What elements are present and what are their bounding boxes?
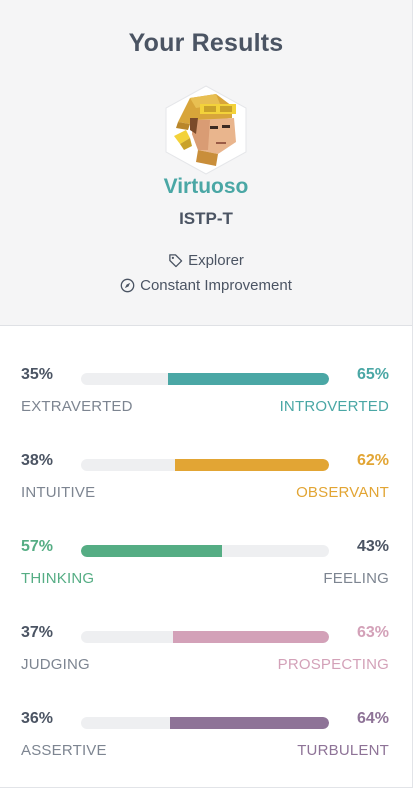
page-title: Your Results: [128, 29, 284, 57]
role-row[interactable]: Explorer: [0, 252, 412, 269]
trait-bar-fill: [172, 631, 329, 643]
trait-nature[interactable]: 57% 43% THINKING FEELING: [0, 538, 413, 608]
trait-left-percent: 35%: [21, 366, 54, 383]
trait-bar-fill: [81, 545, 223, 557]
strategy-row[interactable]: Constant Improvement: [0, 277, 412, 294]
trait-left-percent: 36%: [21, 710, 54, 727]
trait-right-percent: 63%: [356, 624, 389, 641]
trait-energy[interactable]: 35% 65% EXTRAVERTED INTROVERTED: [0, 366, 413, 436]
trait-left-percent: 38%: [21, 452, 54, 469]
trait-tactics[interactable]: 37% 63% JUDGING PROSPECTING: [0, 624, 413, 694]
trait-right-label: PROSPECTING: [277, 656, 389, 673]
trait-left-percent: 57%: [21, 538, 54, 555]
trait-bar-fill: [175, 459, 329, 471]
trait-right-percent: 62%: [356, 452, 389, 469]
virtuoso-avatar[interactable]: [160, 84, 252, 176]
trait-bar-fill: [170, 717, 329, 729]
trait-bar: [81, 373, 329, 385]
trait-right-percent: 65%: [356, 366, 389, 383]
trait-mind[interactable]: 38% 62% INTUITIVE OBSERVANT: [0, 452, 413, 522]
type-code: ISTP-T: [179, 209, 233, 228]
trait-left-percent: 37%: [21, 624, 54, 641]
trait-left-label: INTUITIVE: [21, 484, 96, 501]
trait-right-percent: 64%: [356, 710, 389, 727]
compass-icon: [120, 278, 135, 293]
trait-bar: [81, 545, 329, 557]
trait-bar: [81, 717, 329, 729]
trait-bar-fill: [167, 373, 329, 385]
trait-bar: [81, 631, 329, 643]
trait-left-label: THINKING: [21, 570, 95, 587]
trait-right-label: INTROVERTED: [279, 398, 389, 415]
trait-left-label: JUDGING: [21, 656, 90, 673]
type-name[interactable]: Virtuoso: [0, 175, 412, 199]
role-label: Explorer: [188, 252, 244, 269]
results-header: Your Results Virtuoso ISTP-T Explorer Co…: [0, 0, 412, 326]
trait-right-percent: 43%: [356, 538, 389, 555]
trait-right-label: TURBULENT: [297, 742, 389, 759]
trait-right-label: FEELING: [323, 570, 389, 587]
tag-icon: [168, 253, 183, 268]
trait-right-label: OBSERVANT: [296, 484, 389, 501]
trait-bar: [81, 459, 329, 471]
trait-left-label: ASSERTIVE: [21, 742, 107, 759]
trait-left-label: EXTRAVERTED: [21, 398, 133, 415]
trait-identity[interactable]: 36% 64% ASSERTIVE TURBULENT: [0, 710, 413, 780]
results-card: Your Results Virtuoso ISTP-T Explorer Co…: [0, 0, 413, 788]
strategy-label: Constant Improvement: [140, 277, 292, 294]
